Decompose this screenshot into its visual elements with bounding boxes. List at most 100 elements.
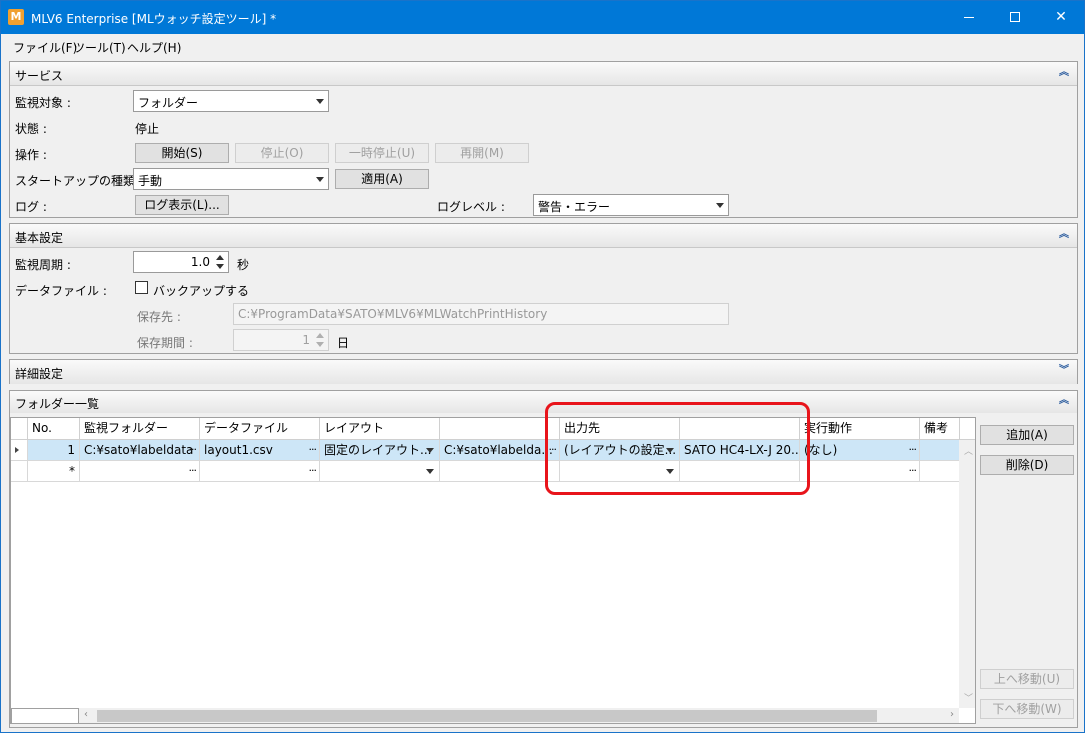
ellipsis-icon[interactable]: ··· <box>909 461 917 481</box>
highlight-annotation <box>545 402 810 495</box>
table-row[interactable]: 1 C:¥sato¥labeldata ··· layout1.csv ··· 固定… <box>11 440 975 461</box>
cell-folder[interactable]: ··· <box>80 461 200 481</box>
cell-action[interactable]: ··· <box>800 461 920 481</box>
cell-layout[interactable] <box>320 461 440 481</box>
spin-up-icon[interactable] <box>216 255 224 260</box>
row-selector[interactable] <box>11 461 28 481</box>
basic-section: 基本設定 ︽ 監視周期 : 1.0 秒 データファイル : バックアップする 保… <box>9 223 1078 354</box>
spin-up-icon[interactable] <box>316 333 324 338</box>
cell-datafile[interactable]: layout1.csv ··· <box>200 440 320 460</box>
folders-header[interactable]: フォルダー一覧 ︽ <box>10 391 1077 413</box>
ellipsis-icon[interactable]: ··· <box>309 440 317 460</box>
interval-spinner[interactable]: 1.0 <box>133 251 229 273</box>
menu-file[interactable]: ファイル(F) <box>13 39 77 56</box>
header-action[interactable]: 実行動作 <box>800 418 920 440</box>
cell-datafile-text: layout1.csv <box>204 443 273 457</box>
cell-action[interactable]: (なし) ··· <box>800 440 920 460</box>
detail-title: 詳細設定 <box>15 367 64 381</box>
window-title: MLV6 Enterprise [MLウォッチ設定ツール] * <box>31 12 277 26</box>
header-folder[interactable]: 監視フォルダー <box>80 418 200 440</box>
chevron-down-icon[interactable] <box>426 469 434 474</box>
target-value: フォルダー <box>138 96 199 110</box>
grid-header: No. 監視フォルダー データファイル レイアウト 出力先 実行動作 備考 <box>11 418 975 440</box>
stop-button[interactable]: 停止(O) <box>235 143 329 163</box>
startup-label: スタートアップの種類 : <box>15 174 143 188</box>
ops-label: 操作 : <box>15 148 47 162</box>
row-selector[interactable] <box>11 440 28 460</box>
header-layout[interactable]: レイアウト <box>320 418 440 440</box>
chevron-left-icon[interactable]: ‹ <box>84 709 88 720</box>
header-no[interactable]: No. <box>28 418 80 440</box>
spin-down-icon[interactable] <box>216 264 224 269</box>
vertical-scrollbar[interactable]: ︿ ﹀ <box>959 440 975 708</box>
startup-combo[interactable]: 手動 <box>133 168 329 190</box>
chevron-down-icon <box>716 203 724 208</box>
move-down-button[interactable]: 下へ移動(W) <box>980 699 1074 719</box>
title-bar[interactable]: M MLV6 Enterprise [MLウォッチ設定ツール] * ✕ <box>1 1 1084 34</box>
cell-no[interactable]: 1 <box>28 440 80 460</box>
chevron-up-icon[interactable]: ︿ <box>964 444 973 457</box>
add-button[interactable]: 追加(A) <box>980 425 1074 445</box>
loglevel-combo[interactable]: 警告・エラー <box>533 194 729 216</box>
expand-icon[interactable]: ︾ <box>1057 363 1071 379</box>
delete-button[interactable]: 削除(D) <box>980 455 1074 475</box>
cell-notes[interactable] <box>920 440 960 460</box>
table-row[interactable]: * ··· ··· ··· <box>11 461 975 482</box>
resume-button[interactable]: 再開(M) <box>435 143 529 163</box>
move-up-button[interactable]: 上へ移動(U) <box>980 669 1074 689</box>
pause-button[interactable]: 一時停止(U) <box>335 143 429 163</box>
log-label: ログ : <box>15 200 47 214</box>
scroll-thumb[interactable] <box>97 710 877 722</box>
log-view-button[interactable]: ログ表示(L)... <box>135 195 229 215</box>
loglevel-value: 警告・エラー <box>538 200 611 214</box>
loglevel-label: ログレベル : <box>437 200 505 214</box>
cell-notes[interactable] <box>920 461 960 481</box>
menu-help[interactable]: ヘルプ(H) <box>127 39 181 56</box>
detail-section: 詳細設定 ︾ <box>9 359 1078 384</box>
header-layout-path[interactable] <box>440 418 560 440</box>
start-button[interactable]: 開始(S) <box>135 143 229 163</box>
ellipsis-icon[interactable]: ··· <box>189 440 197 460</box>
maximize-button[interactable] <box>992 1 1038 34</box>
close-button[interactable]: ✕ <box>1038 1 1084 34</box>
collapse-icon[interactable]: ︽ <box>1057 393 1071 409</box>
header-notes[interactable]: 備考 <box>920 418 960 440</box>
menu-tools[interactable]: ツール(T) <box>73 39 126 56</box>
collapse-icon[interactable]: ︽ <box>1057 227 1071 243</box>
cell-layout-path-text: C:¥sato¥labelda... <box>444 443 553 457</box>
basic-header[interactable]: 基本設定 ︽ <box>10 224 1077 248</box>
cell-no[interactable]: * <box>28 461 80 481</box>
cell-folder[interactable]: C:¥sato¥labeldata ··· <box>80 440 200 460</box>
ellipsis-icon[interactable]: ··· <box>189 461 197 481</box>
backup-checkbox[interactable] <box>135 281 148 294</box>
status-value: 停止 <box>135 122 160 136</box>
cell-datafile[interactable]: ··· <box>200 461 320 481</box>
target-combo[interactable]: フォルダー <box>133 90 329 112</box>
cell-layout-text: 固定のレイアウト... <box>324 443 432 457</box>
save-to-value: C:¥ProgramData¥SATO¥MLV6¥MLWatchPrintHis… <box>238 307 548 321</box>
retention-spinner[interactable]: 1 <box>233 329 329 351</box>
spin-down-icon[interactable] <box>316 342 324 347</box>
save-to-field[interactable]: C:¥ProgramData¥SATO¥MLV6¥MLWatchPrintHis… <box>233 303 729 325</box>
cell-layout-path[interactable] <box>440 461 560 481</box>
minimize-button[interactable] <box>946 1 992 34</box>
apply-button[interactable]: 適用(A) <box>335 169 429 189</box>
row-pointer-icon <box>15 447 19 453</box>
collapse-icon[interactable]: ︽ <box>1057 65 1071 81</box>
chevron-down-icon[interactable] <box>426 448 434 453</box>
service-title: サービス <box>15 69 64 83</box>
chevron-right-icon[interactable]: › <box>950 709 954 720</box>
folders-title: フォルダー一覧 <box>15 397 100 411</box>
retention-label: 保存期間 : <box>137 336 193 350</box>
service-header[interactable]: サービス ︽ <box>10 62 1077 86</box>
header-datafile[interactable]: データファイル <box>200 418 320 440</box>
service-section: サービス ︽ 監視対象 : フォルダー 状態 : 停止 操作 : 開始(S) 停… <box>9 61 1078 218</box>
ellipsis-icon[interactable]: ··· <box>909 440 917 460</box>
cell-layout-path[interactable]: C:¥sato¥labelda... ··· <box>440 440 560 460</box>
horizontal-scrollbar[interactable]: ‹ › <box>79 708 959 723</box>
ellipsis-icon[interactable]: ··· <box>309 461 317 481</box>
chevron-down-icon[interactable]: ﹀ <box>964 691 973 704</box>
detail-header[interactable]: 詳細設定 ︾ <box>10 360 1077 384</box>
header-row-selector <box>11 418 28 440</box>
cell-layout[interactable]: 固定のレイアウト... <box>320 440 440 460</box>
